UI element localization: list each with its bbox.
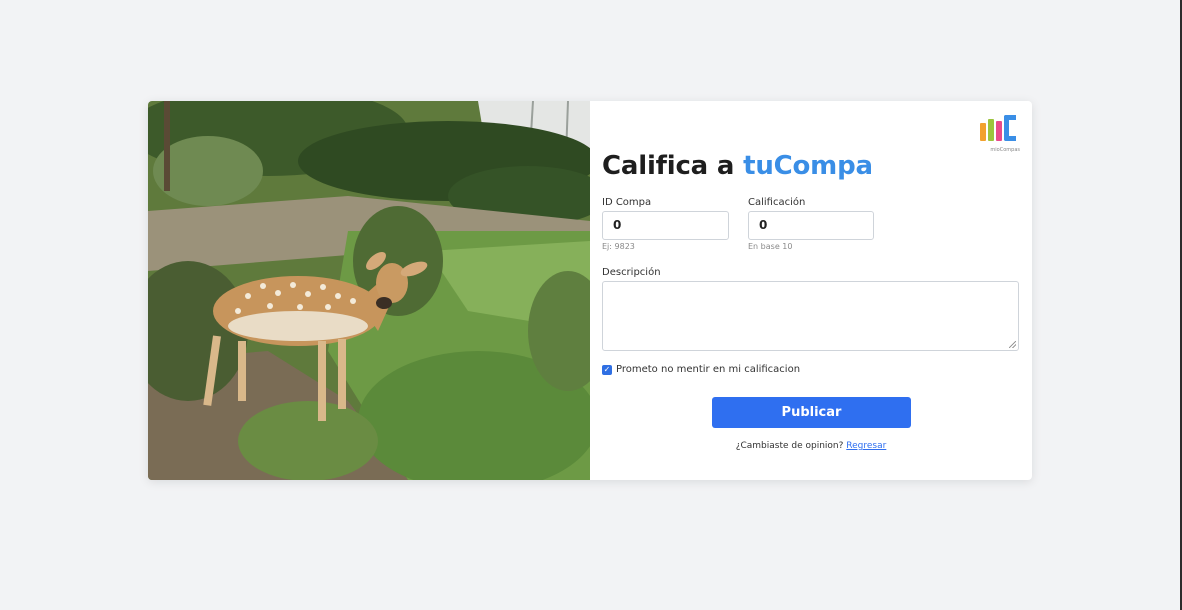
logo-bar bbox=[980, 123, 986, 141]
promise-checkbox-row[interactable]: ✓ Prometo no mentir en mi calificacion bbox=[602, 364, 800, 375]
checkbox-checked-icon[interactable]: ✓ bbox=[602, 364, 612, 375]
description-label: Descripción bbox=[602, 267, 661, 278]
id-compa-label: ID Compa bbox=[602, 197, 652, 208]
footer-question: ¿Cambiaste de opinion? bbox=[735, 441, 847, 451]
promise-label: Prometo no mentir en mi calificacion bbox=[616, 364, 801, 375]
brand-logo: mioCompas bbox=[980, 115, 1020, 155]
id-compa-input[interactable]: 0 bbox=[602, 211, 729, 240]
logo-c bbox=[1004, 115, 1016, 141]
title-accent: tuCompa bbox=[743, 151, 873, 181]
publish-button[interactable]: Publicar bbox=[712, 397, 911, 428]
resize-grip-icon[interactable] bbox=[1009, 341, 1016, 348]
rating-form: mioCompas Califica a tuCompa ID Compa 0 … bbox=[590, 101, 1032, 480]
logo-bar bbox=[996, 121, 1002, 141]
logo-bar bbox=[988, 119, 994, 141]
logo-caption: mioCompas bbox=[990, 147, 1020, 153]
page-title: Califica a tuCompa bbox=[602, 151, 873, 181]
deer-photo bbox=[148, 101, 590, 480]
rating-input[interactable]: 0 bbox=[748, 211, 874, 240]
back-link[interactable]: Regresar bbox=[846, 441, 886, 451]
footer-line: ¿Cambiaste de opinion? Regresar bbox=[590, 441, 1032, 451]
rating-card: mioCompas Califica a tuCompa ID Compa 0 … bbox=[148, 101, 1032, 480]
description-textarea[interactable] bbox=[602, 281, 1019, 351]
title-prefix: Califica a bbox=[602, 151, 744, 181]
rating-label: Calificación bbox=[748, 197, 806, 208]
rating-hint: En base 10 bbox=[748, 242, 793, 251]
id-compa-hint: Ej: 9823 bbox=[602, 242, 635, 251]
